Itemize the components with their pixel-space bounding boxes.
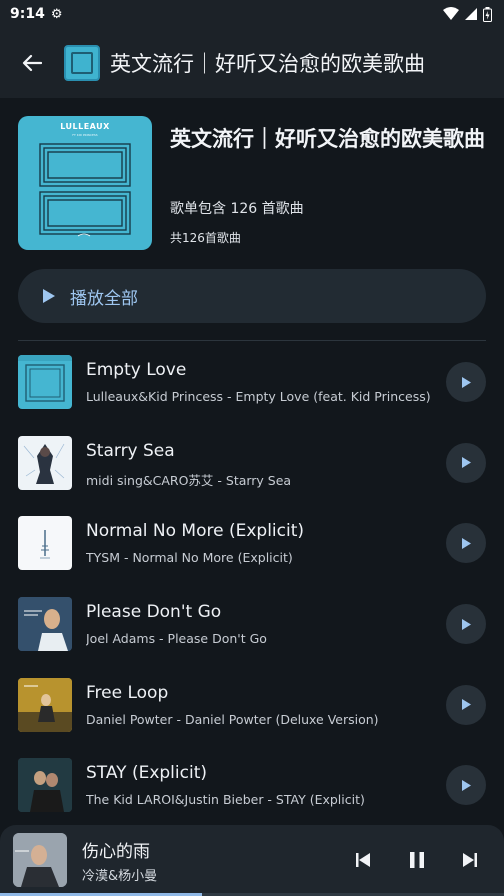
song-cover: [18, 516, 72, 571]
status-bar: 9:14 ⚙: [0, 0, 504, 28]
settings-status-icon: ⚙: [50, 6, 63, 22]
song-row[interactable]: STAY (Explicit) The Kid LAROI&Justin Bie…: [0, 745, 504, 826]
song-title: Normal No More (Explicit): [86, 521, 305, 542]
song-row[interactable]: Please Don't Go Joel Adams - Please Don'…: [0, 584, 504, 665]
playlist-song-count: 共126首歌曲: [170, 231, 241, 245]
song-play-button[interactable]: [446, 523, 486, 564]
status-time: 9:14: [10, 6, 45, 22]
playlist-description: 歌单包含 126 首歌曲: [170, 201, 304, 217]
appbar-cover-thumbnail: [64, 45, 100, 81]
song-cover: [18, 677, 72, 732]
previous-button[interactable]: [348, 845, 378, 875]
song-artist-album: Joel Adams - Please Don't Go: [86, 631, 267, 647]
cover-subtitle-text: FT KID PRINCESS: [72, 133, 98, 137]
play-icon: [461, 457, 471, 469]
song-row[interactable]: Free Loop Daniel Powter - Daniel Powter …: [0, 665, 504, 746]
song-play-button[interactable]: [446, 604, 486, 645]
cover-brand-text: LULLEAUX: [60, 122, 110, 131]
song-play-button[interactable]: [446, 362, 486, 402]
song-title: Empty Love: [86, 360, 187, 380]
song-artist-album: The Kid LAROI&Justin Bieber - STAY (Expl…: [86, 792, 365, 808]
song-cover: [18, 758, 72, 813]
song-row[interactable]: Normal No More (Explicit) TYSM - Normal …: [0, 503, 504, 584]
song-artist-album: midi sing&CARO苏艾 - Starry Sea: [86, 472, 292, 488]
song-title: Free Loop: [86, 682, 169, 703]
status-icons: [443, 6, 492, 22]
play-icon: [461, 537, 471, 549]
now-playing-title: 伤心的雨: [82, 842, 150, 862]
song-play-button[interactable]: [446, 442, 486, 483]
playlist-cover: LULLEAUX FT KID PRINCESS: [18, 116, 152, 250]
song-artist-album: TYSM - Normal No More (Explicit): [86, 550, 293, 566]
signal-icon: [465, 8, 477, 20]
play-icon: [43, 289, 55, 303]
cover-artwork: [39, 143, 131, 237]
song-title: Please Don't Go: [86, 602, 222, 623]
skip-next-icon: [463, 853, 477, 867]
song-play-button[interactable]: [446, 684, 486, 725]
playlist-title: 英文流行｜好听又治愈的欧美歌曲: [170, 127, 485, 151]
play-icon: [461, 618, 471, 630]
song-cover: [18, 355, 72, 409]
song-row[interactable]: Empty Love Lulleaux&Kid Princess - Empty…: [0, 342, 504, 423]
song-cover: [18, 597, 72, 652]
mini-player[interactable]: 伤心的雨 冷漠&杨小曼: [0, 825, 504, 896]
song-list: Empty Love Lulleaux&Kid Princess - Empty…: [0, 342, 504, 826]
play-all-button[interactable]: 播放全部: [18, 269, 486, 323]
divider: [18, 340, 486, 341]
song-cover: [18, 435, 72, 490]
song-artist-album: Daniel Powter - Daniel Powter (Deluxe Ve…: [86, 711, 379, 727]
now-playing-cover: [13, 833, 67, 887]
next-button[interactable]: [455, 845, 485, 875]
skip-previous-icon: [356, 853, 370, 867]
app-bar-title: 英文流行｜好听又治愈的欧美歌曲: [110, 52, 425, 76]
song-row[interactable]: Starry Sea midi sing&CARO苏艾 - Starry Sea: [0, 423, 504, 504]
arrow-left-icon: [22, 54, 42, 72]
app-bar: 英文流行｜好听又治愈的欧美歌曲: [0, 28, 504, 98]
song-title: STAY (Explicit): [86, 763, 207, 784]
pause-button[interactable]: [402, 845, 432, 875]
song-artist-album: Lulleaux&Kid Princess - Empty Love (feat…: [86, 389, 431, 404]
song-title: Starry Sea: [86, 440, 175, 461]
battery-icon: [483, 6, 492, 22]
play-icon: [461, 779, 471, 791]
now-playing-artist: 冷漠&杨小曼: [82, 869, 158, 884]
play-icon: [461, 699, 471, 711]
back-button[interactable]: [0, 28, 64, 98]
play-icon: [461, 376, 471, 388]
wifi-icon: [443, 7, 459, 20]
song-play-button[interactable]: [446, 765, 486, 806]
pause-icon: [410, 852, 424, 868]
play-all-label: 播放全部: [70, 288, 138, 309]
